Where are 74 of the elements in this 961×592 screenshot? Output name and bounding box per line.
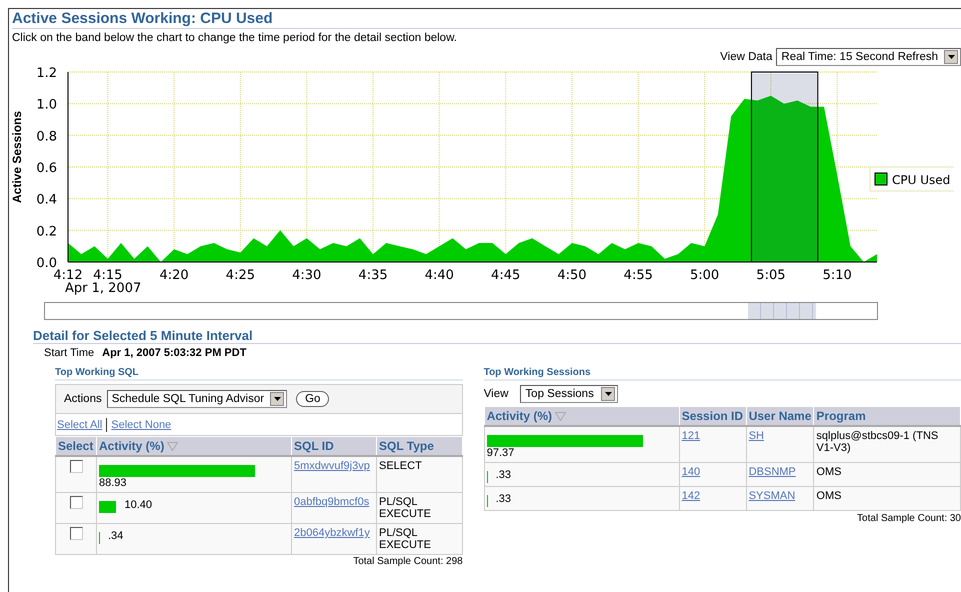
start-time-value: Apr 1, 2007 5:03:32 PM PDT: [102, 347, 246, 359]
x-tick-label: 4:25: [226, 268, 255, 283]
x-tick-label: 4:20: [160, 268, 189, 283]
x-tick-label: 5:05: [756, 268, 786, 283]
session-id-link[interactable]: 142: [682, 490, 700, 502]
y-tick-label: 0.0: [36, 256, 57, 271]
x-tick-label: 5:00: [690, 268, 720, 283]
legend-label: CPU Used: [892, 173, 950, 187]
total-sample-count: Total Sample Count: 30: [856, 514, 961, 524]
y-tick-label: 0.2: [36, 224, 57, 240]
select-none-link[interactable]: Select None: [111, 419, 172, 431]
x-tick-label: 4:15: [93, 268, 122, 283]
column-header[interactable]: Activity (%): [484, 406, 680, 426]
column-header[interactable]: User Name: [746, 406, 814, 426]
sql-type-cell: PL/SQL EXECUTE: [376, 492, 462, 524]
sql-type-cell: SELECT: [376, 456, 462, 492]
y-axis-title: Active Sessions: [10, 110, 24, 204]
go-button[interactable]: Go: [296, 391, 330, 407]
instruction-text: Click on the band below the chart to change the time period for the detail section below.: [12, 31, 458, 44]
x-tick-label: 4:12: [53, 268, 83, 283]
column-header[interactable]: Program: [814, 406, 960, 426]
view-data-select[interactable]: Real Time: 15 Second Refresh: [776, 48, 961, 66]
column-header[interactable]: Session ID: [679, 406, 746, 426]
column-header[interactable]: Select: [56, 436, 96, 456]
start-time-label: Start Time: [44, 347, 94, 359]
sort-icon: [167, 442, 178, 452]
select-all-link[interactable]: Select All: [57, 419, 102, 431]
time-band-bar[interactable]: [44, 302, 878, 320]
view-label: View: [484, 388, 508, 400]
row-checkbox[interactable]: [70, 496, 82, 509]
x-tick-label: 4:40: [424, 268, 454, 283]
activity-value: 97.37: [486, 447, 514, 459]
legend-swatch: [874, 172, 888, 186]
x-tick-label: 4:55: [624, 268, 653, 283]
x-tick-label: 4:50: [557, 268, 587, 283]
program-cell: sqlplus@stbcs09-1 (TNS V1-V3): [814, 426, 960, 462]
column-header[interactable]: SQL ID: [292, 436, 376, 456]
panel-title: Top Working Sessions: [484, 367, 961, 381]
program-cell: OMS: [814, 486, 960, 510]
y-tick-label: 0.6: [36, 161, 57, 176]
user-name-link[interactable]: SH: [748, 430, 764, 442]
view-data-label: View Data: [720, 51, 772, 63]
column-header[interactable]: Activity (%): [96, 436, 292, 456]
session-id-link[interactable]: 121: [682, 430, 700, 442]
activity-value: .34: [108, 530, 124, 542]
sql-type-cell: PL/SQL EXECUTE: [376, 524, 462, 554]
detail-title: Detail for Selected 5 Minute Interval: [33, 328, 961, 344]
sort-icon: [555, 412, 566, 422]
section-title: Active Sessions Working: CPU Used: [12, 9, 961, 29]
actions-select[interactable]: Schedule SQL Tuning Advisor: [106, 390, 288, 408]
selection-band[interactable]: [750, 72, 818, 262]
x-axis-date: Apr 1, 2007: [65, 281, 142, 296]
row-checkbox[interactable]: [70, 527, 82, 540]
column-header[interactable]: SQL Type: [376, 436, 462, 456]
row-checkbox[interactable]: [70, 460, 82, 473]
x-tick-label: 5:10: [822, 268, 852, 283]
session-id-link[interactable]: 140: [682, 466, 700, 478]
y-tick-label: 1.2: [36, 66, 57, 81]
x-tick-label: 4:35: [358, 268, 388, 283]
y-tick-label: 0.8: [36, 129, 57, 144]
band-selection: [748, 303, 816, 319]
panel-title: Top Working SQL: [55, 367, 463, 381]
activity-value: 88.93: [99, 477, 127, 489]
y-tick-label: 1.0: [36, 98, 57, 113]
activity-value: .33: [496, 492, 511, 504]
view-select[interactable]: Top Sessions: [520, 385, 618, 403]
y-tick-label: 0.4: [36, 192, 57, 208]
activity-value: 10.40: [124, 498, 152, 510]
program-cell: OMS: [814, 462, 960, 486]
total-sample-count: Total Sample Count: 298: [352, 557, 463, 567]
x-tick-label: 4:45: [491, 268, 520, 283]
activity-value: .33: [496, 468, 511, 480]
actions-label: Actions: [64, 393, 102, 405]
x-tick-label: 4:30: [292, 268, 322, 283]
